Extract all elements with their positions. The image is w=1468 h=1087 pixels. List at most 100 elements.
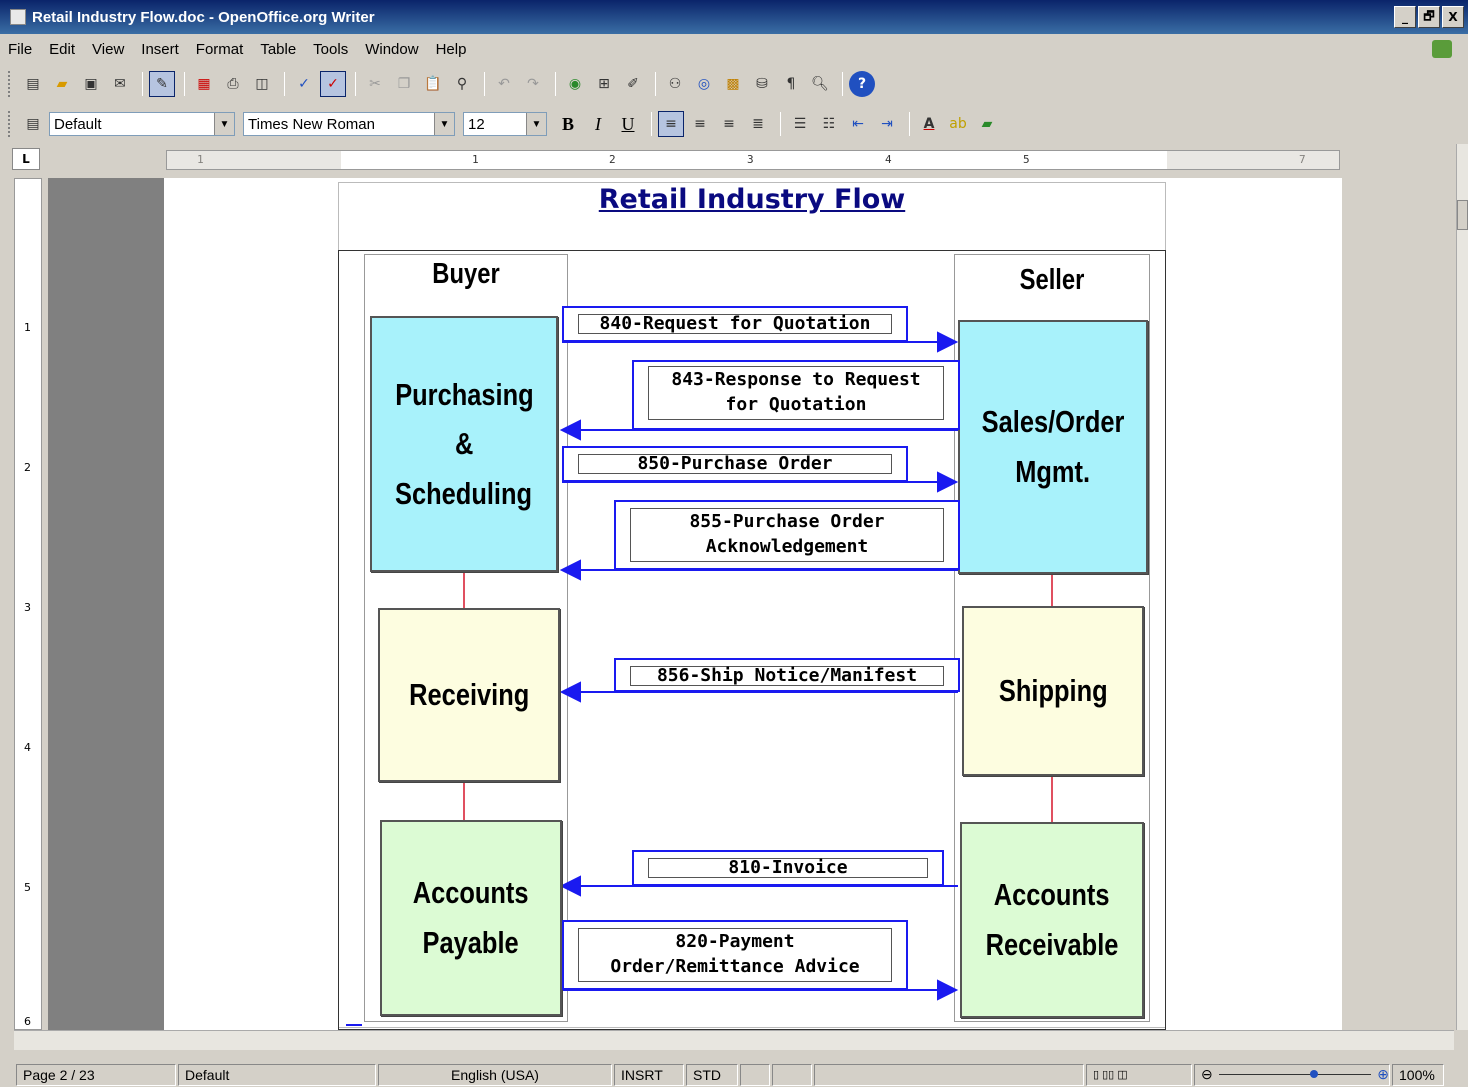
status-zoom[interactable]: 100% <box>1392 1063 1444 1086</box>
font-name-combo[interactable]: Times New Roman ▼ <box>243 112 455 136</box>
autospellcheck-icon[interactable]: ✓ <box>320 71 346 97</box>
vertical-ruler[interactable]: 1 2 3 4 5 6 <box>14 178 42 1030</box>
background-color-icon[interactable]: ▰ <box>974 111 1000 137</box>
accounts-receivable-box: Accounts Receivable <box>960 822 1144 1018</box>
page-preview-icon[interactable]: ◫ <box>249 71 275 97</box>
tab-stop-selector[interactable]: L <box>12 148 40 170</box>
draw-functions-icon[interactable]: ✐ <box>620 71 646 97</box>
undo-icon[interactable]: ↶ <box>491 71 517 97</box>
bullets-icon[interactable]: ☷ <box>816 111 842 137</box>
copy-icon[interactable]: ❐ <box>391 71 417 97</box>
msg-820-line-2: Order/Remittance Advice <box>610 956 860 977</box>
toolbar-grip-2[interactable] <box>8 111 12 137</box>
scrollbar-thumb[interactable] <box>1457 200 1468 230</box>
font-color-icon[interactable]: A <box>916 111 942 137</box>
receiving-box: Receiving <box>378 608 560 782</box>
menu-tools[interactable]: Tools <box>313 41 348 58</box>
data-sources-icon[interactable]: ⛁ <box>749 71 775 97</box>
email-icon[interactable]: ✉ <box>107 71 133 97</box>
standard-toolbar: ▤ ▰ ▣ ✉ ✎ ▦ ⎙ ◫ ✓ ✓ ✂ ❐ 📋 ⚲ ↶ ↷ ◉ ⊞ ✐ ⚇ … <box>0 64 1468 104</box>
export-pdf-icon[interactable]: ▦ <box>191 71 217 97</box>
cut-icon[interactable]: ✂ <box>362 71 388 97</box>
zoom-icon[interactable]: 🔍︎ <box>807 71 833 97</box>
single-page-view-icon[interactable]: ▯ <box>1093 1068 1099 1081</box>
horizontal-ruler[interactable]: 1 1 2 3 4 5 7 <box>166 150 1340 170</box>
new-document-icon[interactable]: ▤ <box>20 71 46 97</box>
menu-file[interactable]: File <box>8 41 32 58</box>
zoom-out-icon[interactable]: ⊖ <box>1201 1066 1213 1083</box>
sales-order-box: Sales/Order Mgmt. <box>958 320 1148 574</box>
toolbar-grip[interactable] <box>8 71 12 97</box>
help-icon[interactable]: ? <box>849 71 875 97</box>
chevron-down-icon[interactable]: ▼ <box>214 113 234 135</box>
document-page[interactable]: Retail Industry Flow Buyer Seller Purcha… <box>164 178 1342 1030</box>
status-selection-mode[interactable]: STD <box>686 1063 738 1086</box>
menu-table[interactable]: Table <box>260 41 296 58</box>
ruler-tick: 5 <box>24 881 31 894</box>
zoom-slider[interactable]: ⊖ ⊕ <box>1194 1063 1390 1086</box>
save-icon[interactable]: ▣ <box>78 71 104 97</box>
formatting-marks-icon[interactable]: ¶ <box>778 71 804 97</box>
zoom-in-icon[interactable]: ⊕ <box>1377 1066 1389 1083</box>
find-replace-icon[interactable]: ⚇ <box>662 71 688 97</box>
close-button[interactable]: X <box>1442 6 1464 28</box>
status-digital-signature <box>772 1063 812 1086</box>
menu-insert[interactable]: Insert <box>141 41 179 58</box>
print-icon[interactable]: ⎙ <box>220 71 246 97</box>
ruler-tick: 2 <box>609 153 616 166</box>
underline-icon[interactable]: U <box>615 114 641 135</box>
status-language[interactable]: English (USA) <box>378 1063 612 1086</box>
ruler-tick: 5 <box>1023 153 1030 166</box>
minimize-button[interactable]: _ <box>1394 6 1416 28</box>
chevron-down-icon[interactable]: ▼ <box>526 113 546 135</box>
menu-edit[interactable]: Edit <box>49 41 75 58</box>
spellcheck-icon[interactable]: ✓ <box>291 71 317 97</box>
increase-indent-icon[interactable]: ⇥ <box>874 111 900 137</box>
hyperlink-icon[interactable]: ◉ <box>562 71 588 97</box>
msg-820-line-1: 820-Payment <box>675 931 795 952</box>
align-center-icon[interactable]: ≡ <box>687 111 713 137</box>
update-download-icon[interactable] <box>1432 40 1452 58</box>
document-view[interactable]: Retail Industry Flow Buyer Seller Purcha… <box>48 178 1342 1030</box>
navigator-icon[interactable]: ◎ <box>691 71 717 97</box>
zoom-thumb[interactable] <box>1310 1070 1319 1078</box>
paragraph-style-combo[interactable]: Default ▼ <box>49 112 235 136</box>
vertical-scrollbar[interactable] <box>1456 144 1468 1030</box>
maximize-button[interactable]: 🗗 <box>1418 6 1440 28</box>
edit-file-icon[interactable]: ✎ <box>149 71 175 97</box>
bold-icon[interactable]: B <box>555 114 581 135</box>
justify-icon[interactable]: ≣ <box>745 111 771 137</box>
open-folder-icon[interactable]: ▰ <box>49 71 75 97</box>
menu-help[interactable]: Help <box>436 41 467 58</box>
status-page-style[interactable]: Default <box>178 1063 376 1086</box>
menu-format[interactable]: Format <box>196 41 244 58</box>
purchasing-line-3: Scheduling <box>395 475 533 511</box>
horizontal-scrollbar[interactable] <box>14 1030 1454 1050</box>
clone-formatting-icon[interactable]: ⚲ <box>449 71 475 97</box>
msg-843-line-2: for Quotation <box>725 394 867 415</box>
status-insert-mode[interactable]: INSRT <box>614 1063 684 1086</box>
status-page[interactable]: Page 2 / 23 <box>16 1063 176 1086</box>
msg-840-label: 840-Request for Quotation <box>578 314 892 334</box>
paste-icon[interactable]: 📋 <box>420 71 446 97</box>
chevron-down-icon[interactable]: ▼ <box>434 113 454 135</box>
font-size-combo[interactable]: 12 ▼ <box>463 112 547 136</box>
book-view-icon[interactable]: ◫ <box>1117 1068 1127 1081</box>
gallery-icon[interactable]: ▩ <box>720 71 746 97</box>
two-page-view-icon[interactable]: ▯▯ <box>1102 1068 1114 1081</box>
msg-856-label: 856-Ship Notice/Manifest <box>630 666 944 686</box>
align-right-icon[interactable]: ≡ <box>716 111 742 137</box>
menu-view[interactable]: View <box>92 41 124 58</box>
status-view-layout[interactable]: ▯ ▯▯ ◫ <box>1086 1063 1192 1086</box>
table-icon[interactable]: ⊞ <box>591 71 617 97</box>
numbering-icon[interactable]: ☰ <box>787 111 813 137</box>
highlight-icon[interactable]: ab <box>945 111 971 137</box>
styles-formatting-icon[interactable]: ▤ <box>20 111 46 137</box>
redo-icon[interactable]: ↷ <box>520 71 546 97</box>
sales-line-1: Sales/Order <box>981 404 1125 440</box>
italic-icon[interactable]: I <box>585 114 611 135</box>
decrease-indent-icon[interactable]: ⇤ <box>845 111 871 137</box>
align-left-icon[interactable]: ≡ <box>658 111 684 137</box>
paragraph-style-value: Default <box>54 115 102 133</box>
menu-window[interactable]: Window <box>365 41 418 58</box>
